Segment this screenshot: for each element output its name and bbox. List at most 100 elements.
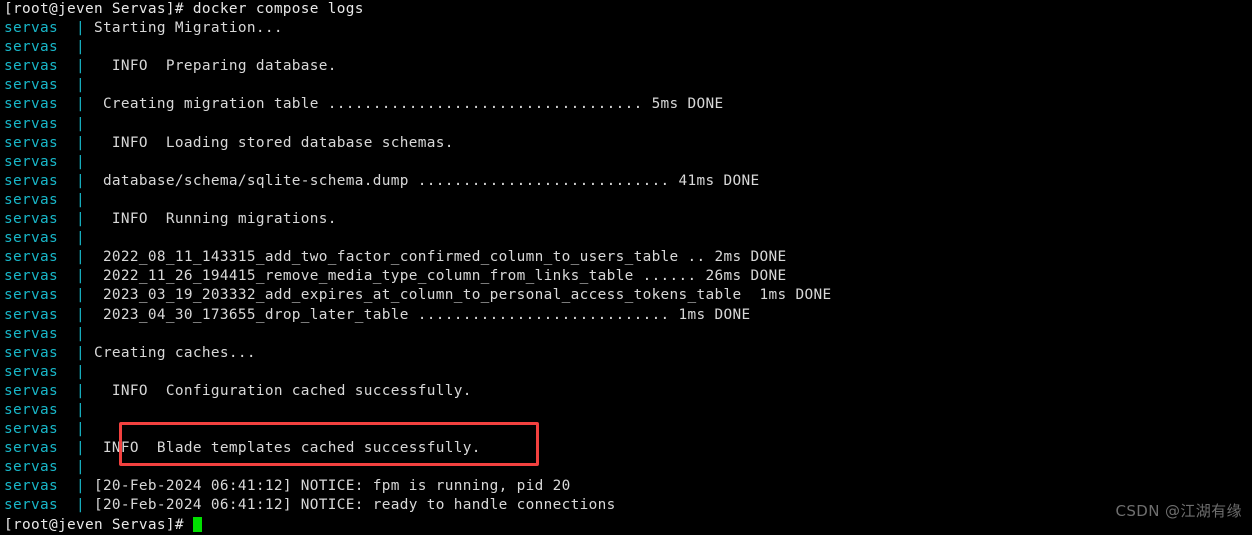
log-line: servas | INFO Blade templates cached suc… (0, 439, 1252, 458)
log-message: [20-Feb-2024 06:41:12] NOTICE: fpm is ru… (84, 478, 571, 495)
service-name: servas (4, 39, 58, 56)
service-name: servas (4, 401, 58, 418)
log-line: servas | Creating caches... (0, 344, 1252, 363)
service-name: servas (4, 421, 58, 438)
log-separator: | (57, 306, 85, 323)
log-separator: | (57, 268, 85, 285)
log-message: 2022_08_11_143315_add_two_factor_confirm… (84, 249, 787, 266)
log-separator: | (57, 459, 85, 476)
service-name: servas (4, 459, 58, 476)
log-line: servas | (0, 38, 1252, 57)
log-separator: | (57, 382, 85, 399)
service-name: servas (4, 382, 58, 399)
command-prompt-line: [root@jeven Servas]# docker compose logs (4, 1, 364, 17)
service-name: servas (4, 58, 58, 75)
log-separator: | (57, 230, 85, 247)
service-name: servas (4, 20, 58, 37)
log-message: INFO Configuration cached successfully. (84, 382, 472, 399)
log-separator: | (57, 153, 85, 170)
service-name: servas (4, 230, 58, 247)
log-message: Starting Migration... (84, 20, 283, 37)
service-name: servas (4, 115, 58, 132)
log-line: servas | INFO Running migrations. (0, 210, 1252, 229)
service-name: servas (4, 440, 58, 457)
log-line: servas | 2022_11_26_194415_remove_media_… (0, 267, 1252, 286)
service-name: servas (4, 191, 58, 208)
log-separator: | (57, 401, 85, 418)
service-name: servas (4, 344, 58, 361)
service-name: servas (4, 268, 58, 285)
log-message: INFO Blade templates cached successfully… (84, 440, 481, 457)
log-line: servas | (0, 363, 1252, 382)
log-line: servas | (0, 153, 1252, 172)
log-separator: | (57, 20, 85, 37)
service-name: servas (4, 325, 58, 342)
log-message: 2022_11_26_194415_remove_media_type_colu… (84, 268, 787, 285)
service-name: servas (4, 96, 58, 113)
log-line: servas | [20-Feb-2024 06:41:12] NOTICE: … (0, 496, 1252, 515)
log-line: servas | 2023_04_30_173655_drop_later_ta… (0, 306, 1252, 325)
log-separator: | (57, 497, 85, 514)
log-separator: | (57, 325, 85, 342)
log-line: servas | Starting Migration... (0, 19, 1252, 38)
log-line: servas | (0, 229, 1252, 248)
log-message: database/schema/sqlite-schema.dump .....… (84, 172, 760, 189)
log-line: servas | (0, 325, 1252, 344)
service-name: servas (4, 497, 58, 514)
log-message: INFO Loading stored database schemas. (84, 134, 454, 151)
log-message: [20-Feb-2024 06:41:12] NOTICE: ready to … (84, 497, 616, 514)
final-prompt-text: [root@jeven Servas]# (4, 516, 193, 533)
service-name: servas (4, 77, 58, 94)
log-message: INFO Running migrations. (84, 211, 337, 228)
log-separator: | (57, 211, 85, 228)
terminal-window[interactable]: [root@jeven Servas]# docker compose logs… (0, 0, 1252, 533)
log-separator: | (57, 287, 85, 304)
log-separator: | (57, 440, 85, 457)
log-separator: | (57, 115, 85, 132)
log-separator: | (57, 172, 85, 189)
log-output: servas | Starting Migration... servas | se… (0, 19, 1252, 515)
watermark-text: CSDN @江湖有缘 (1115, 502, 1242, 520)
log-message: Creating caches... (84, 344, 256, 361)
log-separator: | (57, 421, 85, 438)
service-name: servas (4, 287, 58, 304)
log-separator: | (57, 344, 85, 361)
service-name: servas (4, 249, 58, 266)
cursor-block (192, 516, 202, 532)
log-separator: | (57, 134, 85, 151)
log-line: servas | INFO Configuration cached succe… (0, 382, 1252, 401)
log-line: servas | 2023_03_19_203332_add_expires_a… (0, 286, 1252, 305)
log-separator: | (57, 58, 85, 75)
service-name: servas (4, 363, 58, 380)
service-name: servas (4, 478, 58, 495)
log-line: servas | (0, 115, 1252, 134)
service-name: servas (4, 153, 58, 170)
log-separator: | (57, 478, 85, 495)
log-message: 2023_03_19_203332_add_expires_at_column_… (84, 287, 832, 304)
service-name: servas (4, 211, 58, 228)
log-message: 2023_04_30_173655_drop_later_table .....… (84, 306, 751, 323)
log-line: servas | database/schema/sqlite-schema.d… (0, 172, 1252, 191)
service-name: servas (4, 172, 58, 189)
service-name: servas (4, 306, 58, 323)
log-separator: | (57, 96, 85, 113)
log-line: servas | (0, 76, 1252, 95)
service-name: servas (4, 134, 58, 151)
log-line: servas | (0, 191, 1252, 210)
log-separator: | (57, 77, 85, 94)
log-line: servas | [20-Feb-2024 06:41:12] NOTICE: … (0, 477, 1252, 496)
log-separator: | (57, 39, 85, 56)
log-separator: | (57, 249, 85, 266)
log-line: servas | (0, 458, 1252, 477)
log-separator: | (57, 191, 85, 208)
log-line: servas | (0, 420, 1252, 439)
log-line: servas | INFO Preparing database. (0, 57, 1252, 76)
final-prompt-line[interactable]: [root@jeven Servas]# (0, 516, 1252, 535)
log-line: servas | INFO Loading stored database sc… (0, 134, 1252, 153)
log-message: Creating migration table ...............… (84, 96, 724, 113)
log-line: servas | Creating migration table ......… (0, 95, 1252, 114)
log-line: servas | (0, 401, 1252, 420)
log-separator: | (57, 363, 85, 380)
log-line: servas | 2022_08_11_143315_add_two_facto… (0, 248, 1252, 267)
log-message: INFO Preparing database. (84, 58, 337, 75)
